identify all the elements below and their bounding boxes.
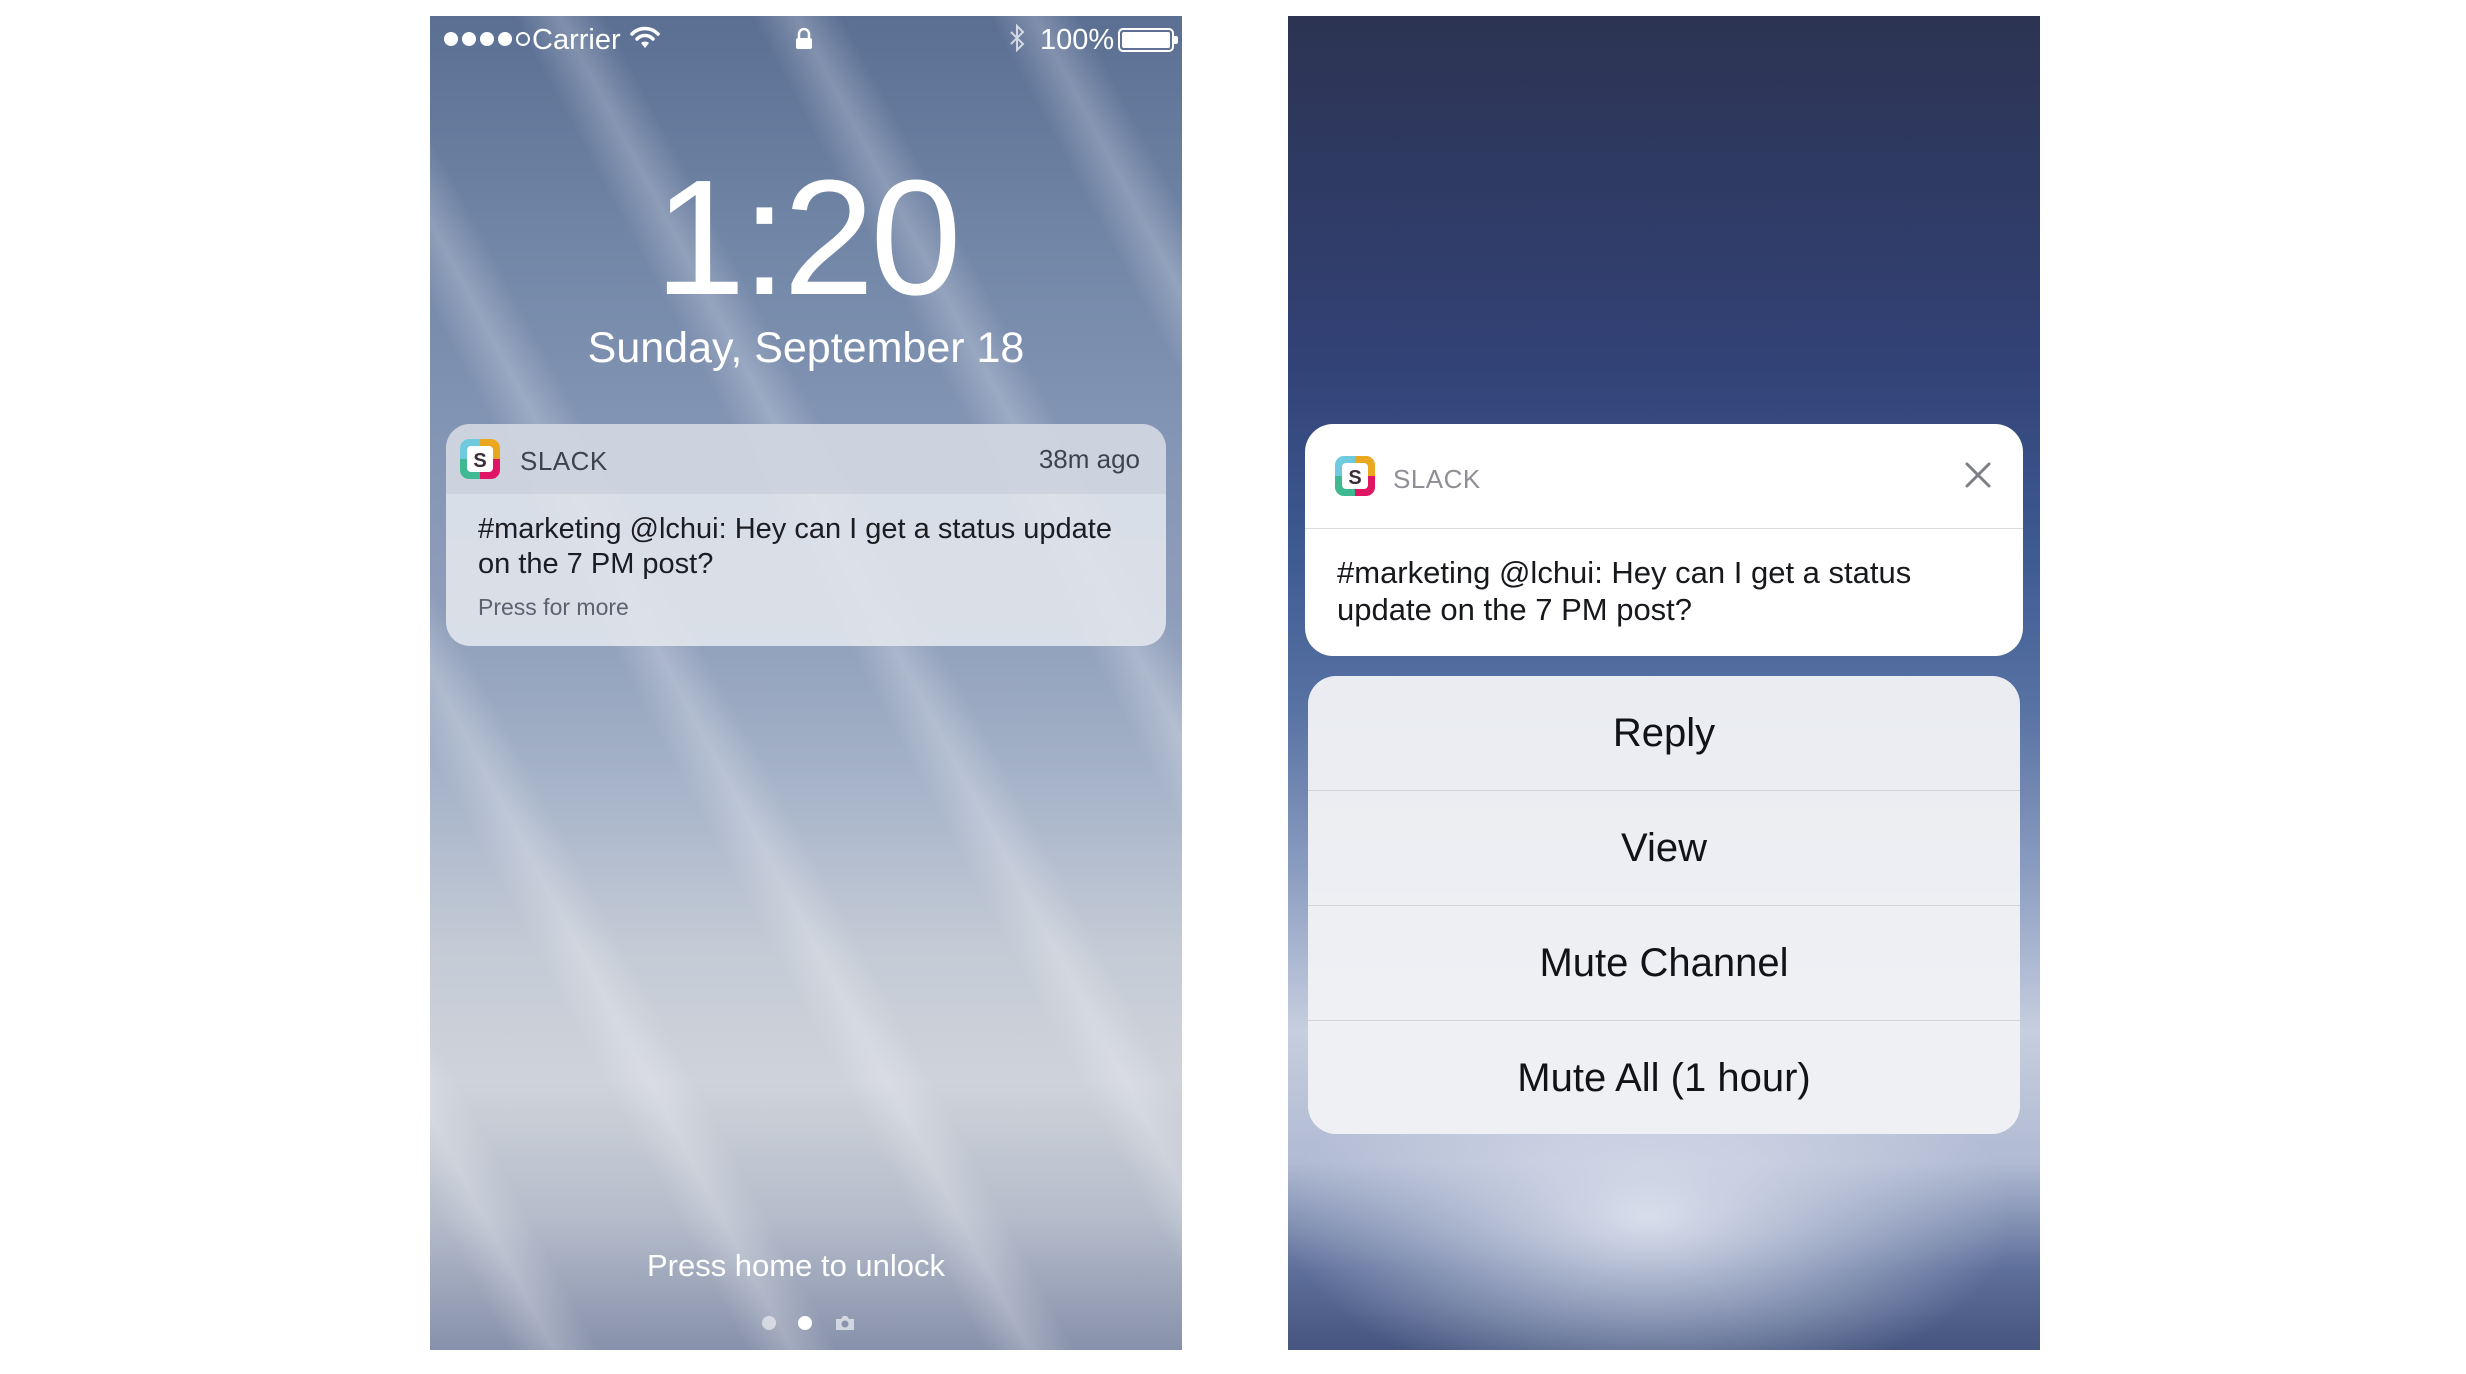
lock-icon [796,28,812,49]
press-for-more-hint: Press for more [478,594,629,620]
carrier-label: Carrier [532,24,621,56]
battery-percent: 100% [1040,24,1115,56]
expanded-notification-card: S SLACK #marketing @lchui: Hey can I get… [1305,424,2023,656]
view-button[interactable]: View [1308,791,2020,906]
page-dot-active [798,1316,812,1330]
svg-text:S: S [473,450,486,472]
svg-text:S: S [1348,467,1361,489]
signal-strength-icon [444,32,530,46]
status-bar: Carrier 100% [430,16,1182,66]
expanded-notification-screen: S SLACK #marketing @lchui: Hey can I get… [1288,16,2040,1350]
expanded-app-name: SLACK [1393,464,1481,494]
page-indicator [762,1314,856,1332]
reply-button[interactable]: Reply [1308,676,2020,791]
notification-header: S SLACK 38m ago [446,424,1166,494]
mute-channel-button[interactable]: Mute Channel [1308,906,2020,1021]
battery-icon [1118,28,1178,52]
notification-banner[interactable]: S SLACK 38m ago #marketing @lchui: Hey c… [446,424,1166,646]
unlock-hint: Press home to unlock [646,1248,946,1283]
wifi-icon [630,26,660,48]
expanded-notification-header: S SLACK [1305,424,2023,529]
bluetooth-icon [1010,24,1025,52]
close-icon[interactable] [1963,460,1993,490]
notification-app-name: SLACK [520,446,608,476]
camera-icon[interactable] [834,1314,856,1332]
notification-actions: Reply View Mute Channel Mute All (1 hour… [1308,676,2020,1134]
expanded-notification-message: #marketing @lchui: Hey can I get a statu… [1337,555,1912,627]
notification-timestamp: 38m ago [1038,444,1140,474]
mute-all-button[interactable]: Mute All (1 hour) [1308,1021,2020,1134]
page-dot [762,1316,776,1330]
slack-icon: S [460,439,500,479]
clock-time: 1:20 [654,146,961,329]
slack-icon: S [1335,456,1375,496]
lock-screen: Carrier 100% 1:20 Sunday, September 18 S… [430,16,1182,1350]
date-label: Sunday, September 18 [587,324,1025,372]
notification-message: #marketing @lchui: Hey can I get a statu… [478,513,1112,580]
